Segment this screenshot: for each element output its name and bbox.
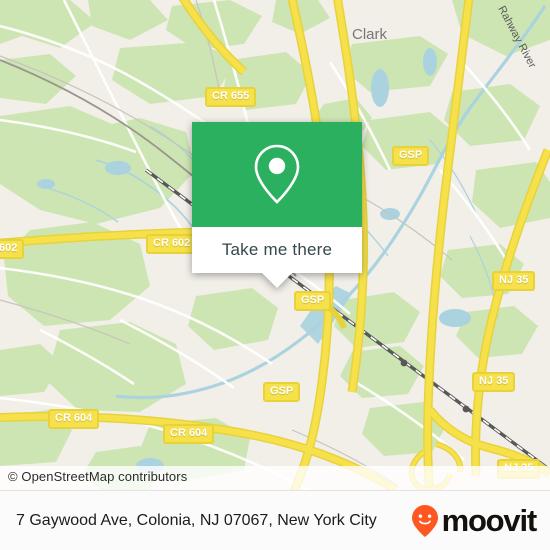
place-label-clark: Clark: [352, 26, 388, 43]
location-callout-card[interactable]: Take me there: [192, 122, 362, 288]
address-label: 7 Gaywood Ave, Colonia, NJ 07067, New Yo…: [16, 511, 377, 529]
road-shield-cr-655[interactable]: CR 655: [205, 87, 257, 107]
moovit-logo[interactable]: moovit: [410, 503, 538, 538]
callout-action[interactable]: Take me there: [192, 227, 362, 288]
road-shield-gsp-1[interactable]: GSP: [392, 146, 430, 166]
road-shield-cr-602[interactable]: CR 602: [146, 234, 198, 254]
callout-header: [192, 122, 362, 227]
moovit-pin-smile-icon: [411, 504, 438, 537]
road-shield-cr-604-1[interactable]: CR 604: [48, 409, 100, 429]
road-shield-gsp-2[interactable]: GSP: [294, 291, 332, 311]
map-pin-icon: [254, 144, 300, 204]
road-shield-gsp-3[interactable]: GSP: [263, 382, 301, 402]
road-shield-nj-35-2[interactable]: NJ 35: [472, 372, 516, 392]
take-me-there-label: Take me there: [221, 240, 333, 259]
road-shield-cr-604-2[interactable]: CR 604: [163, 424, 215, 444]
callout-pointer: [261, 272, 293, 288]
road-shield-602[interactable]: 602: [0, 239, 25, 259]
footer-bar: 7 Gaywood Ave, Colonia, NJ 07067, New Yo…: [0, 490, 550, 550]
moovit-map-screenshot: Clark Rahway River CR 655 GSP 602 CR 602…: [0, 0, 550, 550]
moovit-wordmark: moovit: [441, 503, 538, 538]
map-attribution[interactable]: © OpenStreetMap contributors: [0, 466, 550, 490]
road-shield-nj-35-1[interactable]: NJ 35: [492, 271, 536, 291]
